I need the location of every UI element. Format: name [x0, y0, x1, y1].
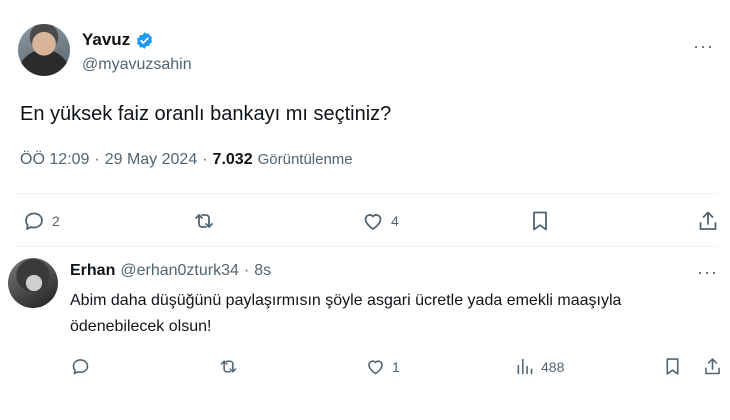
reply-button[interactable] — [70, 356, 97, 377]
reply-display-name[interactable]: Erhan — [70, 262, 115, 280]
avatar[interactable] — [18, 24, 70, 76]
meta-separator: · — [202, 151, 208, 168]
share-button[interactable] — [702, 356, 723, 377]
heart-icon — [364, 214, 382, 230]
view-count: 7.032 — [212, 151, 253, 168]
tweet-header: Yavuz @myavuzsahin ··· — [18, 24, 718, 82]
analytics-icon — [517, 358, 533, 375]
more-options-icon[interactable]: ··· — [693, 36, 714, 57]
verified-badge-icon — [137, 31, 153, 49]
share-button[interactable] — [696, 209, 720, 233]
tweet-meta: ÖÖ 12:09 · 29 May 2024 · 7.032 Görüntüle… — [20, 151, 353, 169]
author-name-row: Yavuz — [82, 30, 154, 50]
meta-separator: · — [94, 151, 100, 168]
reply-time[interactable]: 8s — [254, 262, 271, 280]
reply-count: 2 — [52, 213, 60, 229]
like-count: 4 — [391, 213, 399, 229]
bookmark-icon — [533, 211, 547, 231]
bookmark-icon — [666, 358, 679, 375]
more-options-icon[interactable]: ··· — [697, 262, 718, 283]
display-name[interactable]: Yavuz — [82, 30, 130, 50]
views-count: 488 — [541, 358, 565, 375]
repost-icon — [220, 360, 237, 373]
repost-button[interactable] — [218, 356, 245, 377]
reply-icon — [72, 359, 89, 375]
tweet-actions: 2 4 — [22, 209, 722, 237]
reply-header: Erhan @erhan0zturk34 · 8s — [70, 262, 271, 280]
repost-button[interactable] — [192, 209, 222, 233]
like-button[interactable]: 4 — [361, 209, 399, 233]
reply-button[interactable]: 2 — [22, 209, 60, 233]
share-icon — [699, 211, 717, 230]
tweet-date[interactable]: 29 May 2024 — [105, 151, 198, 169]
share-icon — [705, 358, 720, 375]
tweet-text: En yüksek faiz oranlı bankayı mı seçtini… — [20, 103, 392, 125]
divider — [16, 246, 718, 247]
reply-actions: 1 488 — [70, 356, 730, 380]
avatar[interactable] — [8, 258, 58, 308]
heart-icon — [368, 360, 383, 375]
divider — [16, 193, 718, 194]
meta-separator: · — [243, 262, 250, 279]
views-label: Görüntülenme — [257, 151, 353, 168]
bookmark-button[interactable] — [528, 209, 552, 233]
like-button[interactable]: 1 — [365, 356, 400, 377]
bookmark-button[interactable] — [662, 356, 683, 377]
tweet-time[interactable]: ÖÖ 12:09 — [20, 151, 89, 169]
reply-icon — [25, 212, 43, 230]
repost-icon — [195, 214, 213, 228]
reply-text: Abim daha düşüğünü paylaşırmısın şöyle a… — [70, 292, 622, 335]
views-button[interactable]: 488 — [514, 356, 564, 377]
like-count: 1 — [392, 358, 400, 375]
reply-handle[interactable]: @erhan0zturk34 — [120, 262, 239, 280]
author-handle[interactable]: @myavuzsahin — [82, 56, 192, 74]
